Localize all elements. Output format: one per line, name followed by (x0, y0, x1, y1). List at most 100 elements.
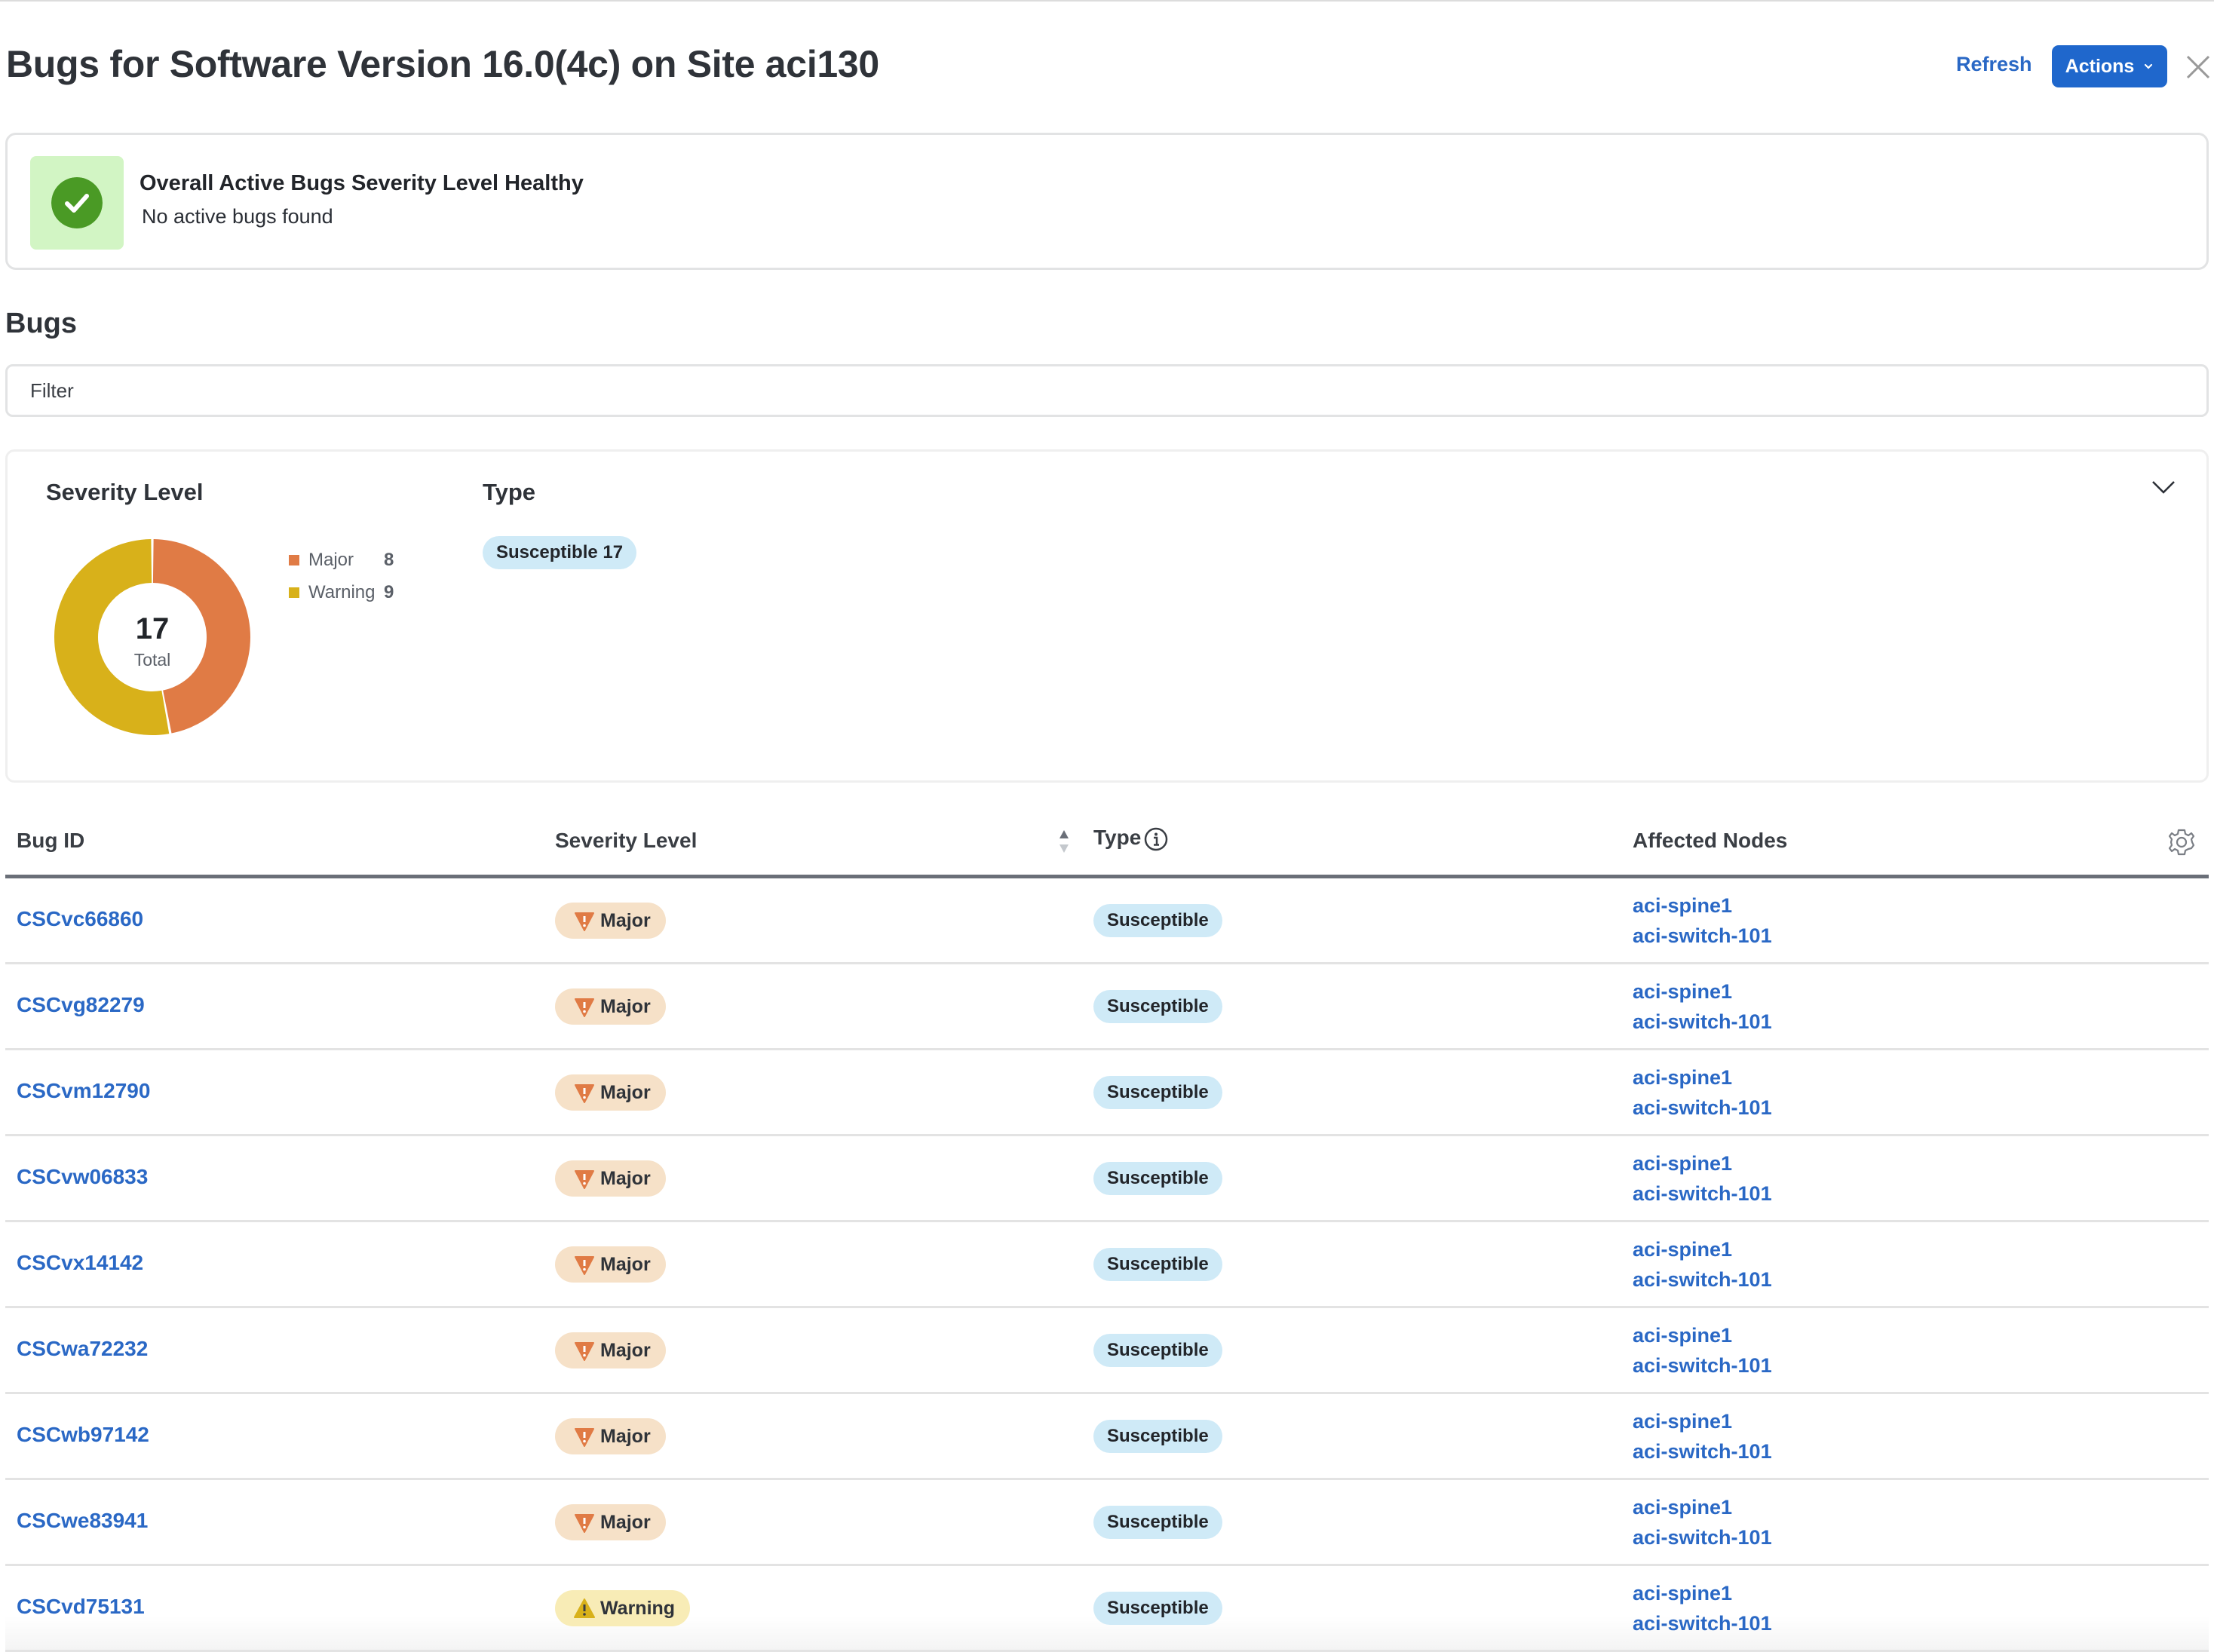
legend-label: Major (308, 549, 354, 570)
affected-node-link[interactable]: aci-spine1 (1633, 890, 1772, 921)
severity-label: Major (600, 1425, 651, 1447)
affected-node-link[interactable]: aci-switch-101 (1633, 1178, 1772, 1209)
bug-id-link[interactable]: CSCvc66860 (17, 907, 143, 931)
table-row[interactable]: CSCwa72232 Major Susceptible aci-spine1 aci-… (5, 1308, 2209, 1394)
bug-id-link[interactable]: CSCwe83941 (17, 1509, 148, 1533)
affected-nodes: aci-spine1 aci-switch-101 (1633, 1492, 1772, 1552)
affected-node-link[interactable]: aci-spine1 (1633, 1062, 1772, 1093)
severity-legend: Major 8 Warning 9 (289, 544, 394, 608)
affected-nodes: aci-spine1 aci-switch-101 (1633, 1578, 1772, 1638)
bugs-heading: Bugs (5, 308, 77, 339)
chevron-down-icon[interactable] (2151, 479, 2176, 495)
actions-label: Actions (2065, 55, 2135, 77)
table-row[interactable]: CSCvw06833 Major Susceptible aci-spine1 aci-… (5, 1136, 2209, 1222)
table-row[interactable]: CSCvm12790 Major Susceptible aci-spine1 aci-… (5, 1050, 2209, 1136)
refresh-button[interactable]: Refresh (1956, 53, 2032, 76)
column-header-affected-nodes[interactable]: Affected Nodes (1633, 829, 1787, 853)
type-badge: Susceptible (1093, 1334, 1222, 1367)
affected-node-link[interactable]: aci-spine1 (1633, 1148, 1772, 1178)
type-badge: Susceptible (1093, 1248, 1222, 1281)
affected-node-link[interactable]: aci-switch-101 (1633, 1436, 1772, 1467)
major-severity-icon (575, 1342, 594, 1361)
table-row[interactable]: CSCvg82279 Major Susceptible aci-spine1 aci-… (5, 964, 2209, 1050)
table-body: CSCvc66860 Major Susceptible aci-spine1 aci-… (5, 878, 2209, 1652)
affected-node-link[interactable]: aci-switch-101 (1633, 1350, 1772, 1381)
severity-label: Major (600, 1253, 651, 1275)
severity-donut-chart: 17 Total (54, 539, 251, 735)
affected-node-link[interactable]: aci-switch-101 (1633, 1007, 1772, 1037)
affected-node-link[interactable]: aci-spine1 (1633, 1406, 1772, 1436)
close-icon[interactable] (2185, 54, 2211, 80)
chevron-down-icon (2145, 63, 2153, 69)
affected-node-link[interactable]: aci-spine1 (1633, 1578, 1772, 1608)
legend-value: 9 (384, 581, 394, 602)
affected-node-link[interactable]: aci-switch-101 (1633, 1264, 1772, 1295)
severity-badge: Warning (555, 1590, 691, 1626)
type-filter-chip[interactable]: Susceptible 17 (483, 536, 637, 569)
severity-badge: Major (555, 988, 666, 1025)
legend-item-warning[interactable]: Warning 9 (289, 576, 394, 608)
donut-total: 17 (136, 612, 170, 645)
type-badge: Susceptible (1093, 1506, 1222, 1539)
major-severity-icon (575, 1170, 594, 1189)
bug-id-link[interactable]: CSCwa72232 (17, 1337, 148, 1361)
bug-id-link[interactable]: CSCvx14142 (17, 1251, 143, 1275)
severity-label: Major (600, 1511, 651, 1533)
status-card: Overall Active Bugs Severity Level Healt… (5, 133, 2209, 270)
info-icon[interactable] (1144, 827, 1168, 851)
bugs-table: Bug ID Severity Level Type Affected Node… (5, 818, 2209, 1652)
bug-id-link[interactable]: CSCvm12790 (17, 1079, 150, 1103)
page-title: Bugs for Software Version 16.0(4c) on Si… (6, 43, 879, 85)
affected-node-link[interactable]: aci-switch-101 (1633, 1093, 1772, 1123)
column-header-type[interactable]: Type (1093, 826, 1168, 851)
bug-id-link[interactable]: CSCvg82279 (17, 993, 145, 1017)
column-header-severity[interactable]: Severity Level (555, 829, 697, 853)
affected-nodes: aci-spine1 aci-switch-101 (1633, 890, 1772, 951)
legend-swatch-warning (289, 587, 299, 598)
top-divider (0, 0, 2214, 2)
legend-swatch-major (289, 554, 299, 565)
severity-badge: Major (555, 1246, 666, 1283)
affected-nodes: aci-spine1 aci-switch-101 (1633, 1234, 1772, 1295)
gear-icon[interactable] (2166, 827, 2197, 857)
type-badge: Susceptible (1093, 1420, 1222, 1453)
type-badge: Susceptible (1093, 904, 1222, 937)
severity-label: Major (600, 909, 651, 931)
table-row[interactable]: CSCwb97142 Major Susceptible aci-spine1 aci-… (5, 1394, 2209, 1480)
severity-label: Major (600, 1167, 651, 1189)
affected-node-link[interactable]: aci-spine1 (1633, 1234, 1772, 1264)
severity-badge: Major (555, 1332, 666, 1368)
affected-node-link[interactable]: aci-spine1 (1633, 1492, 1772, 1522)
type-badge: Susceptible (1093, 990, 1222, 1023)
bug-id-link[interactable]: CSCvd75131 (17, 1595, 145, 1619)
affected-node-link[interactable]: aci-switch-101 (1633, 1608, 1772, 1638)
affected-node-link[interactable]: aci-switch-101 (1633, 1522, 1772, 1552)
sort-icon[interactable] (1056, 826, 1072, 859)
page-header: Bugs for Software Version 16.0(4c) on Si… (0, 30, 2214, 103)
check-circle-icon (51, 177, 103, 228)
legend-value: 8 (384, 549, 394, 570)
affected-node-link[interactable]: aci-switch-101 (1633, 921, 1772, 951)
type-badge: Susceptible (1093, 1162, 1222, 1195)
severity-badge: Major (555, 903, 666, 939)
table-row[interactable]: CSCvd75131 Warning Susceptible aci-spine1 ac… (5, 1566, 2209, 1652)
major-severity-icon (575, 998, 594, 1017)
filter-input[interactable] (5, 364, 2209, 417)
severity-badge: Major (555, 1160, 666, 1197)
table-row[interactable]: CSCwe83941 Major Susceptible aci-spine1 aci-… (5, 1480, 2209, 1566)
affected-node-link[interactable]: aci-spine1 (1633, 1320, 1772, 1350)
column-header-bug-id[interactable]: Bug ID (17, 829, 84, 853)
severity-chart-title: Severity Level (46, 479, 204, 505)
actions-dropdown-button[interactable]: Actions (2052, 45, 2167, 87)
table-row[interactable]: CSCvc66860 Major Susceptible aci-spine1 aci-… (5, 878, 2209, 964)
column-header-type-label: Type (1093, 826, 1142, 849)
affected-node-link[interactable]: aci-spine1 (1633, 976, 1772, 1007)
type-badge: Susceptible (1093, 1592, 1222, 1625)
donut-total-label: Total (134, 650, 171, 670)
legend-item-major[interactable]: Major 8 (289, 544, 394, 576)
bug-id-link[interactable]: CSCwb97142 (17, 1423, 149, 1447)
major-severity-icon (575, 1084, 594, 1103)
severity-badge: Major (555, 1418, 666, 1454)
bug-id-link[interactable]: CSCvw06833 (17, 1165, 148, 1189)
table-row[interactable]: CSCvx14142 Major Susceptible aci-spine1 aci-… (5, 1222, 2209, 1308)
